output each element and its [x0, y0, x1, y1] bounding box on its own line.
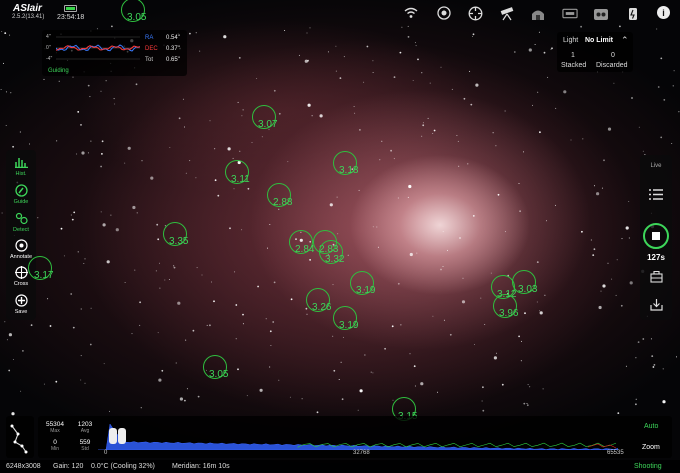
frame-type: Light	[563, 37, 579, 44]
guide-icon	[14, 184, 28, 198]
image-thumbnail[interactable]	[6, 416, 34, 458]
star-hfd-label: 3.96	[499, 308, 519, 319]
guiding-status: Guiding	[48, 68, 69, 74]
save-icon	[14, 294, 28, 308]
ra-label: RA	[145, 35, 154, 41]
annotate-icon	[14, 239, 28, 253]
camera-temperature: 0.0°C (Cooling 32%)	[91, 463, 155, 470]
hist-std: 559 Std	[79, 439, 91, 452]
tool-save[interactable]: Save	[6, 294, 36, 315]
tool-annotate[interactable]: Annotate	[6, 239, 36, 260]
detect-icon	[14, 212, 28, 226]
tool-guide[interactable]: Guide	[6, 184, 36, 205]
crosshair-icon	[14, 266, 28, 280]
histogram-icon	[14, 156, 28, 170]
chevron-up-icon[interactable]: ⌃	[621, 35, 629, 46]
list-icon[interactable]	[648, 189, 664, 203]
hist-tick: 0	[104, 450, 108, 456]
toolbox-icon[interactable]	[648, 270, 664, 284]
meridian-flip-time: Meridian: 16m 10s	[172, 463, 230, 470]
filter-wheel-icon[interactable]	[562, 5, 578, 21]
star-hfd-label: 3.03	[518, 284, 538, 295]
star-hfd-label: 2.84	[295, 244, 315, 255]
star-hfd-label: 3.11	[231, 174, 250, 185]
discarded-label: Discarded	[596, 62, 628, 69]
download-icon[interactable]	[648, 298, 664, 312]
live-mode-label[interactable]: Live	[640, 163, 672, 169]
tool-label: Cross	[13, 281, 29, 287]
tool-label: Detect	[13, 227, 29, 233]
shooting-state: Shooting	[634, 463, 662, 470]
power-icon[interactable]	[625, 5, 641, 21]
auto-stretch-button[interactable]: Auto	[644, 423, 658, 430]
star-hfd-label: 3.07	[258, 119, 278, 130]
wifi-icon[interactable]	[403, 5, 419, 21]
tot-value: 0.65''	[166, 57, 180, 63]
battery-icon	[64, 5, 77, 12]
star-hfd-label: 3.19	[356, 285, 376, 296]
discarded-count: 0	[611, 52, 615, 59]
guide-graph	[56, 36, 140, 60]
tool-label: Hist.	[15, 171, 27, 177]
tool-detect[interactable]: Detect	[6, 212, 36, 233]
efw-icon[interactable]	[593, 5, 609, 21]
hist-max: 55304 Max	[45, 421, 65, 434]
clock: 23:54:18	[57, 14, 85, 21]
image-resolution: 6248x3008	[6, 463, 41, 470]
tool-label: Save	[14, 309, 28, 315]
hist-tick: 32768	[353, 450, 370, 456]
left-toolbar: Hist. Guide Detect Annotate Cross Save	[6, 150, 36, 320]
ra-value: 0.54''	[166, 35, 180, 41]
info-icon[interactable]: i	[657, 6, 670, 19]
constellation-icon	[10, 424, 28, 454]
star-hfd-label: 3.26	[312, 302, 332, 313]
star-hfd-label: 3.32	[325, 254, 345, 265]
stacked-label: Stacked	[561, 62, 587, 69]
star-hfd-label: 2.88	[273, 197, 293, 208]
guide-axis-top: 4''	[46, 34, 51, 40]
tot-label: Tot	[145, 57, 154, 63]
top-bar: ASIair 2.5.2(13.41) 23:54:18 i	[0, 0, 680, 26]
guide-axis-mid: 0''	[46, 45, 51, 51]
dec-label: DEC	[145, 46, 158, 52]
focuser-icon[interactable]	[467, 5, 483, 21]
hist-tick: 65535	[607, 450, 624, 456]
right-toolbar: Live 127s	[640, 155, 672, 320]
camera-icon[interactable]	[436, 5, 452, 21]
app-logo: ASIair	[13, 3, 42, 14]
stacked-count: 1	[571, 52, 575, 59]
zoom-button[interactable]: Zoom	[642, 444, 660, 451]
star-hfd-label: 3.05	[127, 12, 147, 23]
guide-scope-icon[interactable]	[530, 5, 546, 21]
tool-label: Guide	[13, 199, 29, 205]
star-hfd-label: 3.05	[209, 369, 229, 380]
hist-min: 0 Min	[50, 439, 60, 452]
hist-avg: 1203 Avg	[77, 421, 93, 434]
telescope-icon[interactable]	[499, 5, 515, 21]
histogram-graph	[98, 423, 618, 450]
star-hfd-label: 3.18	[339, 165, 359, 176]
star-hfd-label: 3.19	[339, 320, 359, 331]
tool-histogram[interactable]: Hist.	[6, 156, 36, 177]
dec-value: 0.37''	[166, 46, 180, 52]
app-version: 2.5.2(13.41)	[12, 14, 45, 20]
stack-panel[interactable]: Light No Limit ⌃ 1 Stacked 0 Discarded	[557, 32, 633, 72]
guiding-graph-panel[interactable]: 4'' 0'' -4'' RA 0.54'' DEC 0.37'' Tot 0.…	[42, 30, 187, 76]
exposure-time: 127s	[647, 253, 665, 262]
shutter-button[interactable]	[643, 223, 669, 249]
stop-icon	[652, 232, 660, 240]
frame-limit[interactable]: No Limit	[585, 37, 613, 44]
star-hfd-label: 3.17	[34, 270, 54, 281]
star-hfd-label: 3.35	[169, 236, 189, 247]
status-bar: 6248x3008 Gain: 120 0.0°C (Cooling 32%) …	[0, 460, 680, 473]
white-point-handle[interactable]	[118, 428, 126, 444]
black-point-handle[interactable]	[109, 428, 117, 444]
guide-axis-bottom: -4''	[46, 56, 53, 62]
camera-gain: Gain: 120	[53, 463, 84, 470]
